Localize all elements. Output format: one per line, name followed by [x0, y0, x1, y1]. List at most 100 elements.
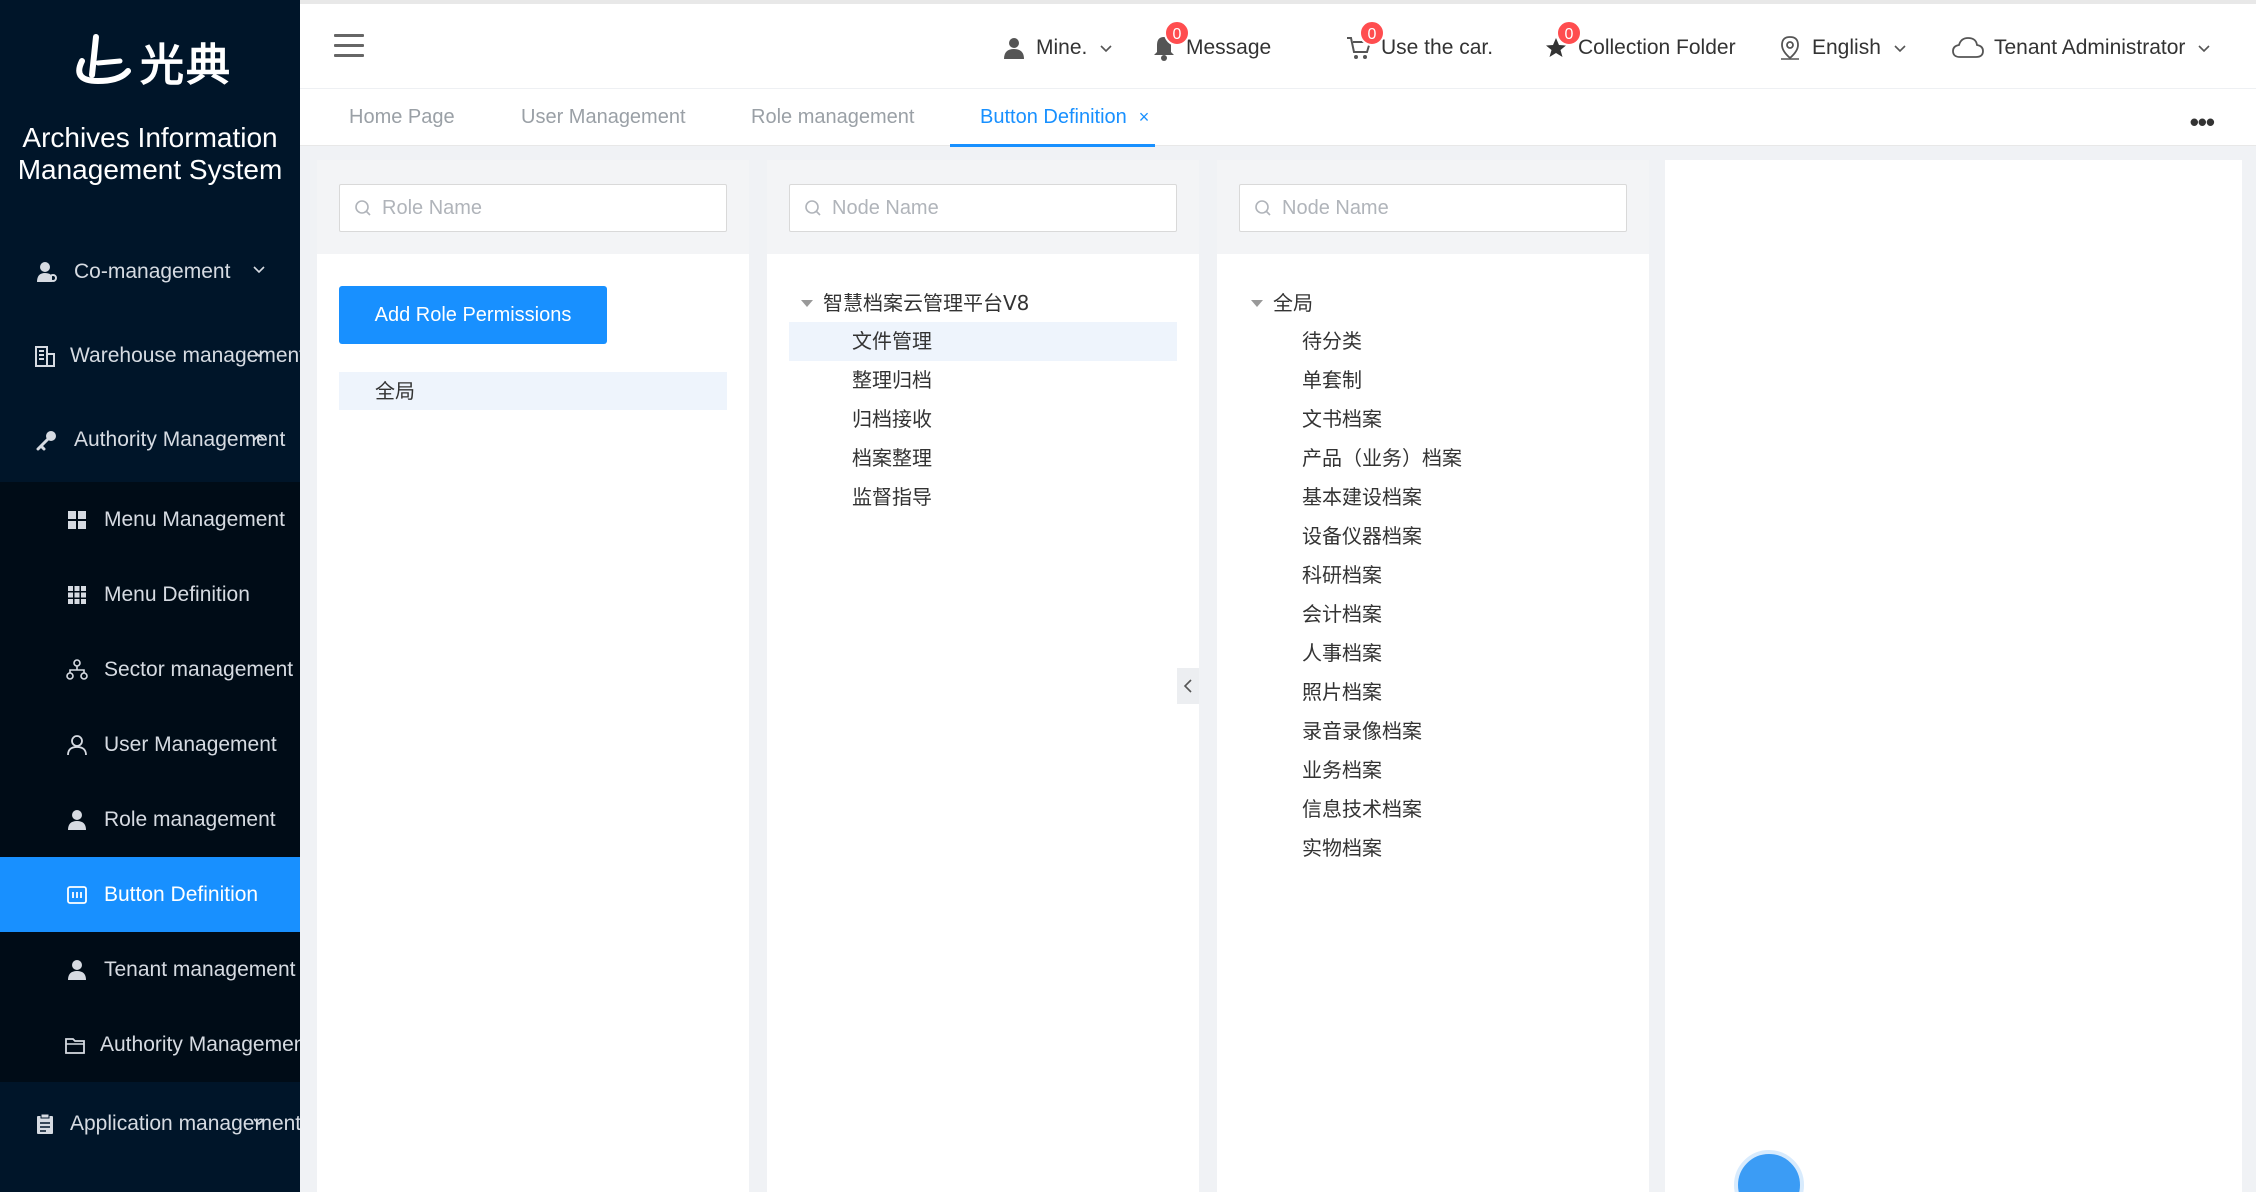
car-label: Use the car.: [1381, 36, 1494, 59]
search-icon: [805, 200, 821, 216]
tree-root-node[interactable]: 全局: [1239, 284, 1627, 322]
menu-toggle-icon[interactable]: [334, 34, 364, 58]
tree-node[interactable]: 实物档案: [1239, 829, 1627, 868]
tree-node[interactable]: 文件管理: [789, 322, 1177, 361]
sidebar-item-co-management[interactable]: Co-management: [0, 230, 300, 314]
tree-node[interactable]: 会计档案: [1239, 595, 1627, 634]
sidebar-item-label: Tenant management: [104, 957, 296, 981]
tab-home-page[interactable]: Home Page: [349, 89, 455, 145]
sidebar-item-label: Warehouse management: [70, 344, 300, 367]
button-list-panel: [1665, 160, 2242, 1192]
sidebar-item-authority[interactable]: Authority Management: [0, 398, 300, 482]
system-title-line2: Management System: [17, 154, 283, 185]
caret-down-icon[interactable]: [1251, 299, 1263, 307]
role-panel-body: Add Role Permissions 全局: [317, 254, 749, 410]
node-tree: 智慧档案云管理平台V8 文件管理 整理归档 归档接收 档案整理 监督指导: [767, 254, 1199, 517]
tree-node[interactable]: 科研档案: [1239, 556, 1627, 595]
tab-label: Home Page: [349, 106, 455, 128]
sidebar-item-authority-management-sub[interactable]: Authority Management: [0, 1007, 300, 1082]
tree-node[interactable]: 整理归档: [789, 361, 1177, 400]
category-tree: 全局 待分类 单套制 文书档案 产品（业务）档案 基本建设档案 设备仪器档案 科…: [1217, 254, 1649, 868]
collection-badge: 0: [1556, 20, 1582, 46]
chevron-up-icon: [253, 433, 265, 441]
sidebar-item-user-management[interactable]: User Management: [0, 707, 300, 782]
sidebar-item-tenant-management[interactable]: Tenant management: [0, 932, 300, 1007]
sidebar-item-menu-definition[interactable]: Menu Definition: [0, 557, 300, 632]
sidebar-item-label: Button Definition: [104, 882, 259, 906]
tab-label: User Management: [521, 106, 686, 128]
sidebar-item-menu-management[interactable]: Menu Management: [0, 482, 300, 557]
tree-node[interactable]: 业务档案: [1239, 751, 1627, 790]
user-label: Tenant Administrator: [1994, 36, 2186, 59]
sidebar-item-sector-management[interactable]: Sector management: [0, 632, 300, 707]
tree-node[interactable]: 归档接收: [789, 400, 1177, 439]
tree-root-node[interactable]: 智慧档案云管理平台V8: [789, 284, 1177, 322]
mine-label: Mine.: [1036, 36, 1088, 59]
tab-label: Role management: [751, 106, 915, 128]
logo-area: 光典 Archives Information Management Syste…: [0, 0, 300, 230]
tree-node[interactable]: 基本建设档案: [1239, 478, 1627, 517]
tab-button-definition[interactable]: Button Definition ×: [950, 89, 1156, 147]
tree-node[interactable]: 待分类: [1239, 322, 1627, 361]
tree-node[interactable]: 文书档案: [1239, 400, 1627, 439]
collapse-panel-handle[interactable]: [1177, 668, 1199, 704]
role-search-input[interactable]: [382, 196, 717, 220]
tree-node[interactable]: 照片档案: [1239, 673, 1627, 712]
tree-node[interactable]: 录音录像档案: [1239, 712, 1627, 751]
logo: 光典: [68, 28, 232, 94]
node-panel-header: [767, 160, 1199, 254]
node-search-box[interactable]: [789, 184, 1177, 232]
user-icon: [1000, 34, 1028, 62]
role-item[interactable]: 全局: [339, 372, 727, 410]
tab-user-management[interactable]: User Management: [521, 89, 686, 145]
tree-node[interactable]: 监督指导: [789, 478, 1177, 517]
message-button[interactable]: 0 Message: [1150, 20, 1272, 66]
grid-dots-icon: [64, 582, 90, 608]
sidebar-item-label: Role management: [104, 807, 276, 831]
sidebar-item-warehouse[interactable]: Warehouse management: [0, 314, 300, 398]
tree-node[interactable]: 档案整理: [789, 439, 1177, 478]
tree-root-label: 全局: [1273, 291, 1313, 315]
clipboard-icon: [34, 1111, 56, 1137]
sidebar-item-role-management[interactable]: Role management: [0, 782, 300, 857]
role-search-box[interactable]: [339, 184, 727, 232]
tree-node[interactable]: 设备仪器档案: [1239, 517, 1627, 556]
tab-active-indicator: [950, 144, 1156, 147]
bell-icon: 0: [1150, 20, 1190, 62]
language-dropdown[interactable]: English: [1776, 30, 1907, 66]
sidebar-item-label: Menu Management: [104, 507, 285, 531]
logo-swoosh-icon: [76, 34, 131, 85]
user-dropdown[interactable]: Tenant Administrator: [1950, 30, 2211, 66]
sidebar-item-application-management[interactable]: Application management: [0, 1082, 300, 1166]
add-role-permissions-button[interactable]: Add Role Permissions: [339, 286, 607, 344]
category-search-input[interactable]: [1282, 196, 1617, 220]
chevron-down-icon: [253, 266, 265, 274]
tree-node[interactable]: 人事档案: [1239, 634, 1627, 673]
car-badge: 0: [1359, 20, 1385, 46]
building-icon: [34, 343, 56, 369]
system-title: Archives Information Management System: [0, 122, 300, 186]
org-chart-icon: [64, 657, 90, 683]
node-tree-panel: 智慧档案云管理平台V8 文件管理 整理归档 归档接收 档案整理 监督指导: [767, 160, 1199, 1192]
tree-node[interactable]: 产品（业务）档案: [1239, 439, 1627, 478]
chevron-down-icon: [1894, 45, 1906, 53]
chevron-down-icon: [253, 350, 265, 358]
more-icon[interactable]: •••: [2190, 107, 2215, 138]
message-label: Message: [1186, 36, 1272, 59]
use-car-button[interactable]: 0 Use the car.: [1345, 20, 1494, 66]
category-search-box[interactable]: [1239, 184, 1627, 232]
tree-node[interactable]: 单套制: [1239, 361, 1627, 400]
caret-down-icon[interactable]: [801, 299, 813, 307]
user-filled-icon: [64, 807, 90, 833]
tree-node[interactable]: 信息技术档案: [1239, 790, 1627, 829]
role-panel: Add Role Permissions 全局: [317, 160, 749, 1192]
mine-dropdown[interactable]: Mine.: [1000, 30, 1113, 66]
sidebar-item-button-definition[interactable]: Button Definition: [0, 857, 300, 932]
collection-folder-button[interactable]: 0 Collection Folder: [1542, 20, 1736, 66]
close-icon[interactable]: ×: [1139, 107, 1150, 127]
node-search-input[interactable]: [832, 196, 1167, 220]
tabs-bar: Home Page User Management Role managemen…: [300, 88, 2256, 147]
tab-role-management[interactable]: Role management: [751, 89, 914, 145]
sidebar-item-label: Menu Definition: [104, 582, 250, 606]
star-icon: 0: [1542, 20, 1582, 62]
